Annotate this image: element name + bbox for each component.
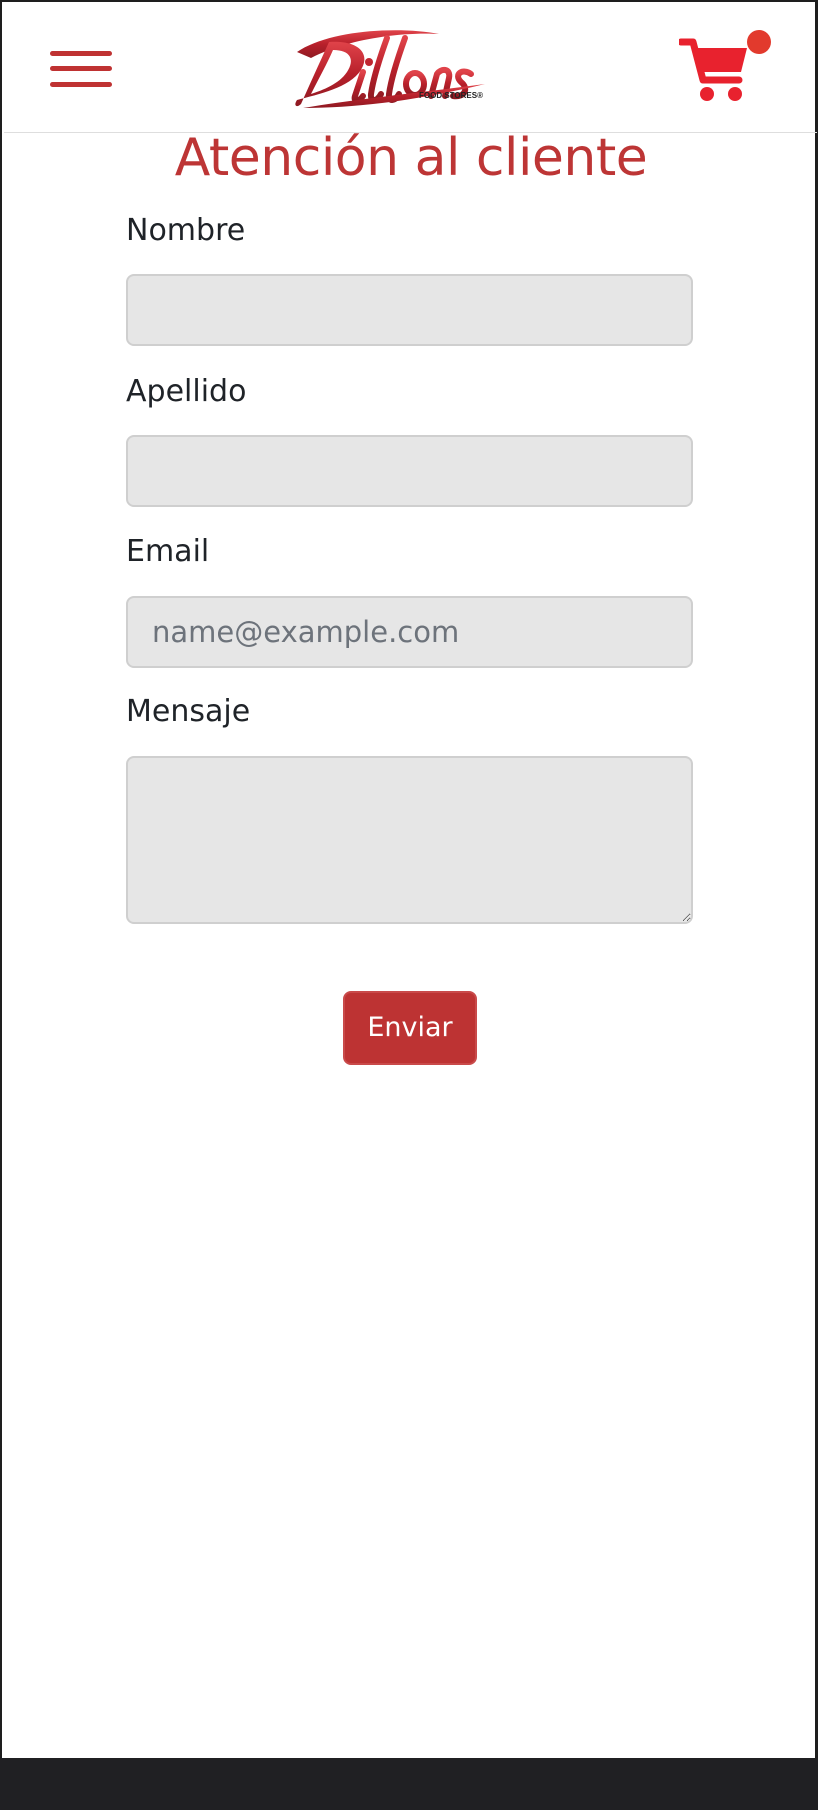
- email-label: Email: [126, 534, 210, 569]
- last-name-field[interactable]: [126, 435, 693, 507]
- page-title: Atención al cliente: [174, 128, 648, 188]
- email-field[interactable]: [126, 596, 693, 668]
- menu-bar-top: [50, 51, 112, 56]
- first-name-field[interactable]: [126, 274, 693, 346]
- menu-bar-bottom: [50, 82, 112, 87]
- message-label: Mensaje: [126, 694, 251, 729]
- hamburger-menu-icon[interactable]: [50, 48, 112, 90]
- dillons-logo[interactable]: Dillons: [289, 24, 494, 112]
- menu-bar-middle: [50, 66, 112, 71]
- message-field[interactable]: [126, 756, 693, 924]
- logo-graphic: FOOD STORES®: [295, 30, 485, 108]
- last-name-label: Apellido: [126, 374, 247, 409]
- first-name-label: Nombre: [126, 213, 246, 248]
- site-header: Dillons: [4, 4, 817, 133]
- page-frame: Dillons: [0, 0, 818, 1758]
- bottom-system-bar: [0, 1758, 818, 1810]
- shopping-cart-icon[interactable]: [677, 34, 751, 104]
- cart-notification-badge: [747, 30, 771, 54]
- submit-button[interactable]: Enviar: [343, 991, 477, 1065]
- logo-tagline: FOOD STORES®: [419, 91, 483, 100]
